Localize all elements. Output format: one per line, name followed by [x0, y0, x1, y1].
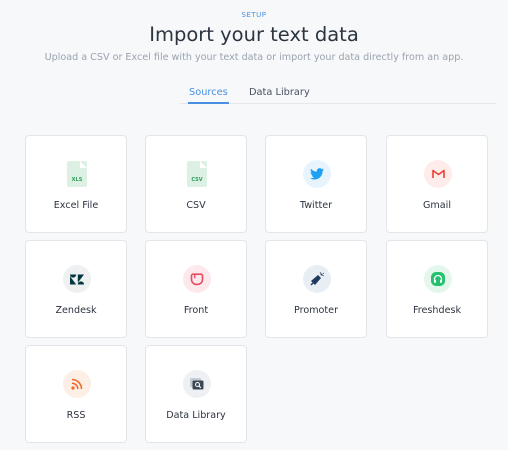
csv-file-icon: CSV: [183, 160, 211, 188]
freshdesk-icon: [424, 265, 452, 293]
source-card-data-library[interactable]: Data Library: [145, 345, 247, 443]
source-label: Front: [183, 305, 209, 316]
zendesk-icon: [63, 265, 91, 293]
xls-file-icon: XLS: [63, 160, 91, 188]
source-label: Gmail: [423, 200, 451, 211]
promoter-icon: [303, 265, 331, 293]
source-label: RSS: [66, 410, 86, 421]
front-icon: [183, 265, 211, 293]
page-title: Import your text data: [149, 23, 359, 46]
source-label: Twitter: [299, 200, 333, 211]
page-header: SETUP Import your text data Upload a CSV…: [0, 0, 508, 64]
source-card-rss[interactable]: RSS: [25, 345, 127, 443]
source-label: CSV: [186, 200, 206, 211]
source-card-front[interactable]: Front: [145, 240, 247, 338]
source-tabs: Sources Data Library: [180, 84, 496, 104]
gmail-icon: [424, 160, 452, 188]
source-card-gmail[interactable]: Gmail: [386, 135, 488, 233]
source-card-excel[interactable]: XLS Excel File: [25, 135, 127, 233]
source-card-csv[interactable]: CSV CSV: [145, 135, 247, 233]
tab-sources[interactable]: Sources: [188, 87, 229, 104]
twitter-icon: [303, 160, 331, 188]
rss-icon: [63, 370, 91, 398]
csv-icon-text: CSV: [191, 177, 203, 183]
source-card-twitter[interactable]: Twitter: [265, 135, 367, 233]
source-card-promoter[interactable]: Promoter: [265, 240, 367, 338]
xls-icon-text: XLS: [71, 177, 83, 183]
source-card-freshdesk[interactable]: Freshdesk: [386, 240, 488, 338]
source-label: Promoter: [293, 305, 339, 316]
source-label: Excel File: [53, 200, 99, 211]
tab-data-library[interactable]: Data Library: [249, 87, 310, 98]
page-subtitle: Upload a CSV or Excel file with your tex…: [44, 52, 464, 63]
data-library-icon: [183, 370, 211, 398]
source-label: Zendesk: [55, 305, 97, 316]
source-card-zendesk[interactable]: Zendesk: [25, 240, 127, 338]
source-label: Data Library: [166, 410, 226, 421]
setup-eyebrow: SETUP: [241, 11, 267, 19]
source-label: Freshdesk: [412, 305, 462, 316]
